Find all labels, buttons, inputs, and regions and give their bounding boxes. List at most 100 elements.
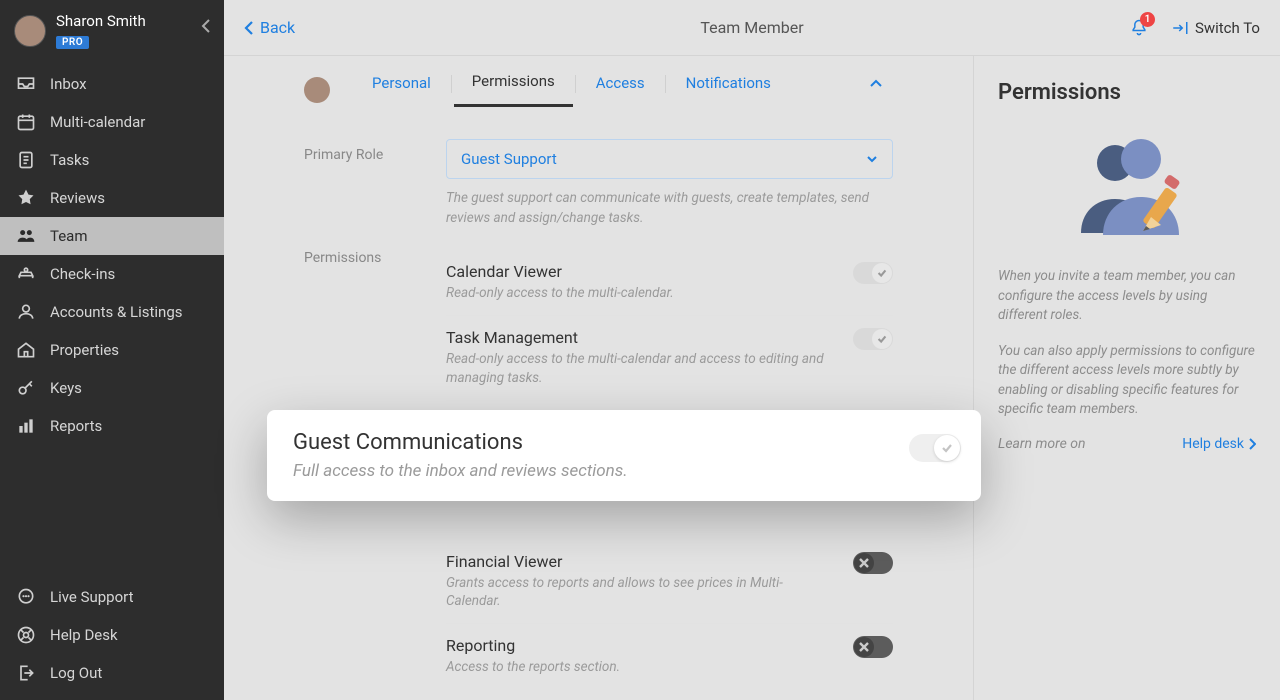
nav-label: Properties bbox=[50, 341, 119, 359]
right-title: Permissions bbox=[998, 80, 1256, 105]
nav-label: Check-ins bbox=[50, 265, 115, 283]
user-block: Sharon Smith PRO bbox=[56, 12, 146, 49]
sidebar-item-inbox[interactable]: Inbox bbox=[0, 65, 224, 103]
nav-icon bbox=[16, 112, 36, 132]
permission-row: Calendar ViewerRead-only access to the m… bbox=[446, 250, 893, 316]
sidebar-item-reports[interactable]: Reports bbox=[0, 407, 224, 445]
permission-title: Task Management bbox=[446, 328, 837, 347]
chevron-right-icon bbox=[1248, 438, 1256, 450]
people-pencil-icon bbox=[1057, 123, 1197, 243]
sidebar-item-reviews[interactable]: Reviews bbox=[0, 179, 224, 217]
page-title: Team Member bbox=[700, 18, 803, 37]
chevron-down-icon bbox=[866, 154, 878, 164]
nav-list: Inbox Multi-calendar Tasks Reviews Team Check… bbox=[0, 65, 224, 445]
tab-separator bbox=[665, 75, 666, 93]
sidebar-item-tasks[interactable]: Tasks bbox=[0, 141, 224, 179]
callout-toggle[interactable] bbox=[909, 434, 961, 462]
nav-label: Team bbox=[50, 227, 88, 245]
permission-text: Financial Viewer Grants access to reports… bbox=[446, 552, 837, 612]
main: Back Team Member 1 Switch To PersonalPer… bbox=[224, 0, 1280, 700]
permission-text: Calendar ViewerRead-only access to the m… bbox=[446, 262, 674, 303]
primary-role-hint: The guest support can communicate with g… bbox=[446, 189, 893, 228]
permission-toggle[interactable] bbox=[853, 636, 893, 658]
permission-desc: Read-only access to the multi-calendar a… bbox=[446, 350, 837, 388]
sidebar-item-live-support[interactable]: Live Support bbox=[0, 578, 224, 616]
permission-desc: Access to the reports section. bbox=[446, 658, 620, 677]
nav-icon bbox=[16, 378, 36, 398]
nav-icon bbox=[16, 150, 36, 170]
help-desk-link[interactable]: Help desk bbox=[1182, 436, 1256, 452]
permission-toggle[interactable] bbox=[853, 552, 893, 574]
user-avatar[interactable] bbox=[14, 15, 46, 47]
check-icon bbox=[940, 441, 954, 455]
nav-icon bbox=[16, 74, 36, 94]
tab-permissions[interactable]: Permissions bbox=[454, 72, 573, 107]
sidebar-item-check-ins[interactable]: Check-ins bbox=[0, 255, 224, 293]
nav-icon bbox=[16, 416, 36, 436]
sidebar-item-properties[interactable]: Properties bbox=[0, 331, 224, 369]
chevron-left-icon bbox=[244, 20, 254, 36]
user-name: Sharon Smith bbox=[56, 12, 146, 30]
learn-more-label: Learn more on bbox=[998, 436, 1085, 452]
tab-notifications[interactable]: Notifications bbox=[668, 74, 789, 106]
toggle-knob bbox=[854, 637, 874, 657]
primary-role-select[interactable]: Guest Support bbox=[446, 139, 893, 179]
permission-row: ReportingAccess to the reports section. bbox=[446, 624, 893, 689]
sidebar: Sharon Smith PRO Inbox Multi-calendar Task… bbox=[0, 0, 224, 700]
nav-label: Reviews bbox=[50, 189, 105, 207]
top-actions: 1 Switch To bbox=[1129, 18, 1260, 38]
permission-toggle[interactable] bbox=[853, 328, 893, 350]
permission-row: Financial Viewer Grants access to reports… bbox=[446, 540, 893, 625]
tab-separator bbox=[451, 75, 452, 93]
sidebar-item-accounts-listings[interactable]: Accounts & Listings bbox=[0, 293, 224, 331]
nav-label: Accounts & Listings bbox=[50, 303, 183, 321]
permission-toggle[interactable] bbox=[853, 262, 893, 284]
content-wrap: PersonalPermissionsAccessNotifications P… bbox=[224, 56, 1280, 700]
topbar: Back Team Member 1 Switch To bbox=[224, 0, 1280, 56]
primary-role-row: Primary Role Guest Support The guest sup… bbox=[304, 139, 893, 228]
tab-personal[interactable]: Personal bbox=[354, 74, 449, 106]
nav-icon bbox=[16, 302, 36, 322]
member-avatar[interactable] bbox=[304, 77, 330, 103]
permission-desc: Grants access to reports and allows to s… bbox=[446, 574, 837, 612]
form: Primary Role Guest Support The guest sup… bbox=[224, 107, 973, 700]
sidebar-item-keys[interactable]: Keys bbox=[0, 369, 224, 407]
primary-role-label: Primary Role bbox=[304, 139, 416, 228]
sidebar-item-team[interactable]: Team bbox=[0, 217, 224, 255]
nav-label: Tasks bbox=[50, 151, 89, 169]
nav-label: Help Desk bbox=[50, 626, 118, 644]
footer-nav-list: Live Support Help Desk Log Out bbox=[0, 578, 224, 700]
nav-icon bbox=[16, 663, 36, 683]
nav-label: Inbox bbox=[50, 75, 87, 93]
center-column: PersonalPermissionsAccessNotifications P… bbox=[224, 56, 974, 700]
permission-text: Task Management Read-only access to the m… bbox=[446, 328, 837, 388]
nav-label: Log Out bbox=[50, 664, 102, 682]
switch-to-label: Switch To bbox=[1195, 19, 1260, 37]
switch-icon bbox=[1171, 19, 1189, 37]
nav-icon bbox=[16, 625, 36, 645]
permission-desc: Read-only access to the multi-calendar. bbox=[446, 284, 674, 303]
switch-to-button[interactable]: Switch To bbox=[1171, 19, 1260, 37]
nav-label: Live Support bbox=[50, 588, 134, 606]
tab-access[interactable]: Access bbox=[578, 74, 663, 106]
sidebar-item-log-out[interactable]: Log Out bbox=[0, 654, 224, 692]
sidebar-item-help-desk[interactable]: Help Desk bbox=[0, 616, 224, 654]
permission-title: Financial Viewer bbox=[446, 552, 837, 571]
tabs-collapse-button[interactable] bbox=[869, 79, 883, 101]
permission-row: Task Management Read-only access to the m… bbox=[446, 316, 893, 401]
tabs: PersonalPermissionsAccessNotifications bbox=[224, 56, 973, 107]
nav-icon bbox=[16, 188, 36, 208]
x-icon bbox=[858, 641, 870, 653]
notif-count: 1 bbox=[1140, 12, 1155, 27]
notifications-button[interactable]: 1 bbox=[1129, 18, 1149, 38]
primary-role-field: Guest Support The guest support can comm… bbox=[446, 139, 893, 228]
callout-toggle-wrap bbox=[909, 434, 961, 462]
check-icon bbox=[876, 267, 888, 279]
right-p2: You can also apply permissions to config… bbox=[998, 342, 1256, 420]
nav-icon bbox=[16, 226, 36, 246]
sidebar-collapse-button[interactable] bbox=[200, 18, 212, 34]
sidebar-item-multi-calendar[interactable]: Multi-calendar bbox=[0, 103, 224, 141]
x-icon bbox=[858, 557, 870, 569]
back-button[interactable]: Back bbox=[244, 18, 295, 37]
nav-icon bbox=[16, 340, 36, 360]
